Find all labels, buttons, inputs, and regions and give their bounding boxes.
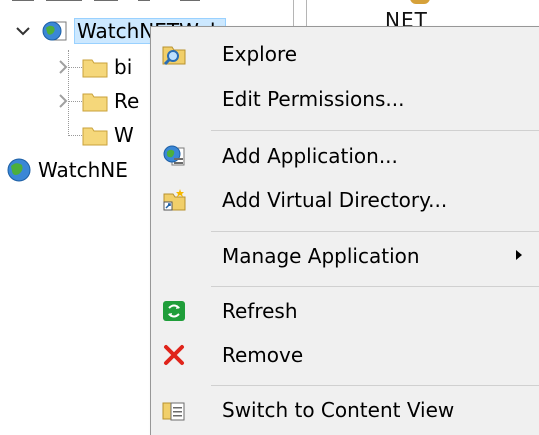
menu-item-switch-content-view[interactable]: Switch to Content View: [151, 389, 539, 431]
menu-item-add-application[interactable]: Add Application...: [151, 135, 539, 177]
chevron-down-icon[interactable]: [14, 22, 32, 40]
add-application-icon: [161, 143, 187, 169]
menu-item-label: Add Virtual Directory...: [222, 188, 448, 212]
menu-item-explore[interactable]: Explore: [151, 33, 539, 75]
menu-item-label: Explore: [222, 42, 298, 66]
menu-item-remove[interactable]: Remove: [151, 334, 539, 376]
globe-icon: [6, 157, 32, 183]
tree-node-folder[interactable]: W: [82, 121, 134, 149]
menu-item-label: Refresh: [222, 299, 298, 323]
menu-item-refresh[interactable]: Refresh: [151, 290, 539, 332]
site-label: WatchNE: [38, 158, 128, 182]
remove-x-icon: [161, 342, 187, 368]
tree-node-folder[interactable]: Re: [58, 87, 139, 115]
tree-node-site[interactable]: WatchNE: [6, 156, 128, 184]
tree-node-folder[interactable]: bi: [58, 53, 132, 81]
folder-label: W: [114, 123, 134, 147]
content-view-icon: [161, 397, 187, 423]
menu-separator: [211, 385, 539, 386]
clipped-row-above: [0, 0, 300, 2]
menu-separator: [211, 130, 539, 131]
menu-item-edit-permissions[interactable]: Edit Permissions...: [151, 78, 539, 120]
menu-item-add-virtual-directory[interactable]: Add Virtual Directory...: [151, 179, 539, 221]
site-globe-icon: [42, 18, 68, 44]
menu-item-label: Switch to Content View: [222, 398, 455, 422]
folder-label: Re: [114, 89, 140, 113]
menu-item-manage-application[interactable]: Manage Application: [151, 235, 539, 277]
folder-icon: [82, 56, 108, 78]
menu-item-label: Edit Permissions...: [222, 87, 405, 111]
menu-separator: [211, 231, 539, 232]
chevron-right-icon[interactable]: [58, 60, 68, 74]
folder-icon: [82, 90, 108, 112]
folder-label: bi: [114, 55, 133, 79]
context-menu: Explore Edit Permissions... Add Applicat…: [150, 26, 539, 435]
add-virtual-directory-icon: [161, 187, 187, 213]
folder-icon: [82, 124, 108, 146]
menu-item-label: Manage Application: [222, 244, 420, 268]
explore-folder-icon: [161, 41, 187, 67]
menu-item-label: Remove: [222, 343, 304, 367]
menu-separator: [211, 286, 539, 287]
chevron-right-icon[interactable]: [58, 94, 68, 108]
partial-icon: [410, 0, 430, 4]
submenu-arrow-icon: [515, 249, 523, 264]
refresh-icon: [161, 298, 187, 324]
menu-item-label: Add Application...: [222, 144, 398, 168]
